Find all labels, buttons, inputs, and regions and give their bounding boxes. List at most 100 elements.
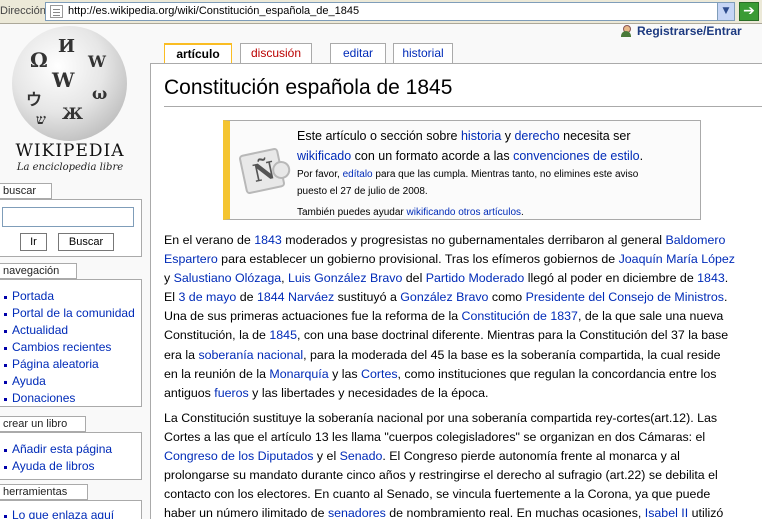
search-portlet: Ir Buscar bbox=[0, 199, 142, 257]
article-link[interactable]: 1843 bbox=[254, 233, 282, 247]
nav-item-donaciones[interactable]: Donaciones bbox=[0, 390, 141, 407]
login-link[interactable]: Registrarse/Entrar bbox=[637, 24, 742, 38]
book-item-help[interactable]: Ayuda de libros bbox=[0, 458, 141, 475]
article-link[interactable]: soberanía nacional bbox=[198, 348, 303, 362]
text-run: contacto con los electores. En cuanto al… bbox=[164, 487, 711, 502]
article-link[interactable]: 1844 bbox=[257, 290, 285, 304]
wikipedia-logo[interactable]: Ω И W W ウ ω Ж ש WIKIPEDIA La enciclopedi… bbox=[4, 26, 136, 181]
notice-line: Este artículo o sección sobre historia y… bbox=[297, 126, 705, 146]
tools-item-what-links-here[interactable]: Lo que enlaza aquí bbox=[0, 507, 141, 519]
address-bar: Dirección http://es.wikipedia.org/wiki/C… bbox=[0, 0, 762, 24]
text-run: y bbox=[501, 129, 515, 143]
article-link[interactable]: Monarquía bbox=[269, 367, 328, 381]
paragraph-line: Espartero para establecer un gobierno pr… bbox=[164, 250, 762, 269]
text-run: , como instituciones que regulan la conc… bbox=[397, 366, 717, 381]
tab-edit[interactable]: editar bbox=[330, 43, 386, 63]
text-run: En el verano de bbox=[164, 233, 255, 247]
article-link[interactable]: historia bbox=[461, 129, 501, 143]
text-run: El bbox=[164, 290, 179, 305]
book-item-add-page[interactable]: Añadir esta página bbox=[0, 441, 141, 458]
go-button[interactable]: Ir bbox=[20, 233, 47, 251]
text-run: Una de sus primeras actuaciones fue la r… bbox=[164, 309, 462, 324]
text-run: necesita ser bbox=[559, 129, 631, 143]
text-run: Por favor, bbox=[297, 169, 343, 180]
text-run: , bbox=[281, 271, 288, 286]
search-button[interactable]: Buscar bbox=[58, 233, 114, 251]
article-link[interactable]: González Bravo bbox=[400, 290, 488, 304]
text-run: puesto el 27 de julio de 2008. bbox=[297, 186, 428, 197]
address-input[interactable]: http://es.wikipedia.org/wiki/Constitució… bbox=[45, 2, 735, 21]
page-icon bbox=[50, 5, 63, 18]
text-run: y el bbox=[313, 449, 340, 464]
text-run: de nombramiento real. En muchas ocasione… bbox=[385, 506, 645, 519]
paragraph-line: El 3 de mayo de 1844 Narváez sustituyó a… bbox=[164, 288, 762, 307]
article-link[interactable]: Narváez bbox=[288, 290, 334, 304]
article-link[interactable]: edítalo bbox=[343, 169, 373, 180]
paragraph-line: Constitución, la de 1845, con una base d… bbox=[164, 326, 762, 345]
notice-line: Por favor, edítalo para que las cumpla. … bbox=[297, 166, 705, 183]
text-run: para que las cumpla. Mientras tanto, no … bbox=[372, 169, 639, 180]
article-link[interactable]: Presidente del Consejo de Ministros bbox=[526, 290, 724, 304]
paragraph-line: contacto con los electores. En cuanto al… bbox=[164, 485, 762, 504]
article-link[interactable]: Espartero bbox=[164, 252, 218, 266]
paragraph-line: Cortes a las que el artículo 13 les llam… bbox=[164, 428, 762, 447]
article-link[interactable]: Senado bbox=[340, 449, 383, 463]
text-run: . El Congreso pierde autonomía frente al… bbox=[382, 449, 680, 464]
text-run: . bbox=[521, 207, 524, 218]
go-arrow-icon[interactable]: ➔ bbox=[739, 2, 759, 21]
tab-edit-label: editar bbox=[342, 46, 374, 60]
article-link[interactable]: Cortes bbox=[361, 367, 398, 381]
search-input[interactable] bbox=[2, 207, 134, 227]
article-link[interactable]: Congreso de los Diputados bbox=[164, 449, 313, 463]
notice-line: wikificado con un formato acorde a las c… bbox=[297, 146, 705, 166]
nav-item-actualidad[interactable]: Actualidad bbox=[0, 322, 141, 339]
text-run: y las libertades y necesidades de la épo… bbox=[248, 385, 489, 400]
notice-line: puesto el 27 de julio de 2008. bbox=[297, 183, 705, 200]
article-link[interactable]: Isabel II bbox=[645, 506, 688, 519]
nav-item-portada[interactable]: Portada bbox=[0, 288, 141, 305]
article-link[interactable]: wikificado bbox=[297, 149, 351, 163]
nav-item-ayuda[interactable]: Ayuda bbox=[0, 373, 141, 390]
article-link[interactable]: 1843 bbox=[697, 271, 725, 285]
address-url: http://es.wikipedia.org/wiki/Constitució… bbox=[68, 5, 360, 17]
article-link[interactable]: Salustiano Olózaga bbox=[174, 271, 281, 285]
article-link[interactable]: derecho bbox=[514, 129, 559, 143]
text-run: También puedes ayudar bbox=[297, 207, 407, 218]
navigation-portlet-title: navegación bbox=[0, 263, 77, 279]
user-icon bbox=[620, 25, 632, 37]
content-area: Constitución española de 1845 Ñ Este art… bbox=[150, 63, 762, 519]
paragraph-line: antiguos fueros y las libertades y neces… bbox=[164, 384, 762, 403]
nav-item-pagina-aleatoria[interactable]: Página aleatoria bbox=[0, 356, 141, 373]
article-link[interactable]: 1845 bbox=[269, 328, 297, 342]
text-run: . bbox=[724, 271, 729, 286]
tab-article[interactable]: artículo bbox=[164, 43, 232, 64]
text-run: en la reunión de la bbox=[164, 366, 270, 381]
nav-item-cambios-recientes[interactable]: Cambios recientes bbox=[0, 339, 141, 356]
article-link[interactable]: convenciones de estilo bbox=[513, 149, 639, 163]
puzzle-globe-icon: Ω И W W ウ ω Ж ש bbox=[12, 26, 127, 141]
text-run: , con una base doctrinal diferente. Mien… bbox=[296, 328, 729, 343]
text-run: moderados y progresistas no gubernamenta… bbox=[281, 233, 666, 247]
address-dropdown-button[interactable]: ▼ bbox=[717, 3, 734, 20]
article-link[interactable]: Joaquín María López bbox=[619, 252, 735, 266]
text-run: Cortes a las que el artículo 13 les llam… bbox=[164, 429, 706, 444]
article-link[interactable]: senadores bbox=[328, 506, 386, 519]
nav-item-portal-comunidad[interactable]: Portal de la comunidad bbox=[0, 305, 141, 322]
tab-discussion[interactable]: discusión bbox=[240, 43, 312, 63]
article-link[interactable]: wikificando otros artículos bbox=[407, 207, 522, 218]
text-run: . bbox=[724, 290, 728, 305]
article-link[interactable]: Luis González Bravo bbox=[288, 271, 402, 285]
article-link[interactable]: fueros bbox=[214, 386, 248, 400]
article-link[interactable]: Partido Moderado bbox=[426, 271, 525, 285]
paragraph-line: en la reunión de la Monarquía y las Cort… bbox=[164, 365, 762, 384]
tools-portlet: Lo que enlaza aquí bbox=[0, 500, 142, 519]
article-link[interactable]: 3 de mayo bbox=[178, 290, 236, 304]
text-run: . bbox=[639, 149, 644, 163]
tab-history[interactable]: historial bbox=[393, 43, 453, 63]
article-link[interactable]: Baldomero bbox=[665, 233, 725, 247]
search-portlet-title: buscar bbox=[0, 183, 52, 199]
text-run: con un formato acorde a las bbox=[351, 149, 514, 163]
article-body: En el verano de 1843 moderados y progres… bbox=[164, 231, 762, 519]
article-link[interactable]: Constitución de 1837 bbox=[462, 309, 578, 323]
book-portlet-title: crear un libro bbox=[0, 416, 86, 432]
